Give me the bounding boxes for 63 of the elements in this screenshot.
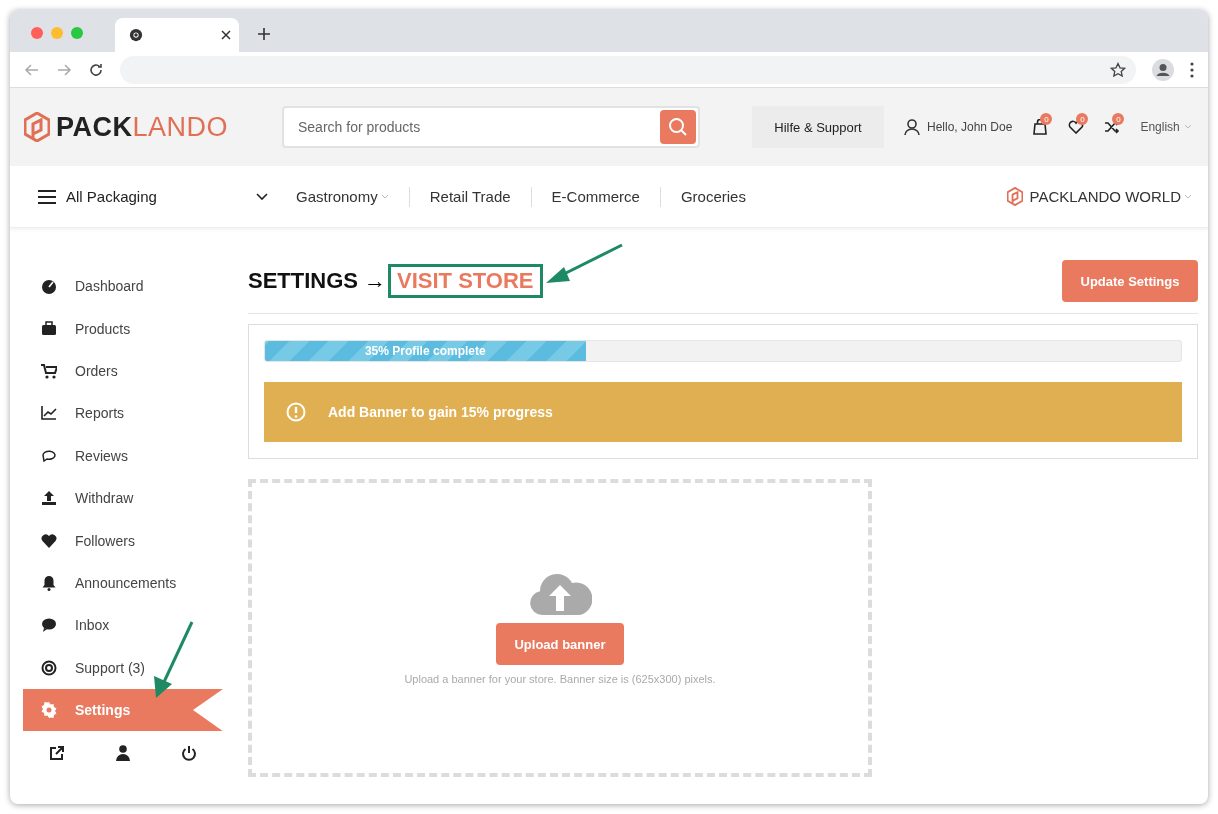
reload-icon[interactable] [88, 61, 104, 78]
logo-wordmark[interactable]: PACKLANDO [56, 111, 229, 143]
alert-banner: Add Banner to gain 15% progress [264, 382, 1182, 442]
world-menu-link[interactable]: PACKLANDO WORLD [1029, 188, 1192, 205]
exclamation-icon [286, 402, 306, 422]
search-field[interactable]: Search for products [282, 106, 700, 148]
shuffle-icon[interactable] [1104, 119, 1121, 135]
menu-icon[interactable] [1190, 61, 1194, 78]
nav-link[interactable]: Retail Trade [429, 188, 511, 205]
nav-link[interactable]: Groceries [680, 188, 746, 205]
gauge-icon [41, 278, 57, 295]
cart-icon [41, 362, 57, 379]
caret-icon [1183, 124, 1192, 130]
upload-icon [41, 490, 57, 507]
count-badge: 0 [1040, 113, 1053, 125]
browser-tab[interactable] [115, 18, 239, 52]
speech-bubble-icon [41, 617, 57, 634]
upload-hint: Upload a banner for your store. Banner size is (625x300) pixels. [404, 673, 716, 685]
support-button[interactable]: Hilfe & Support [752, 106, 884, 148]
language-dropdown[interactable]: English [1140, 120, 1192, 134]
sidebar-item[interactable]: Reviews [23, 434, 223, 477]
progress-fill: 35% Profile complete [265, 341, 586, 361]
sidebar-item[interactable]: Support (3) [23, 646, 223, 689]
close-icon[interactable] [221, 30, 231, 40]
search-button[interactable] [660, 110, 696, 144]
user-icon[interactable] [116, 745, 130, 762]
heart-icon [41, 532, 57, 549]
bell-icon [41, 574, 57, 591]
settings-icon [41, 702, 57, 719]
cloud-upload-icon [528, 571, 592, 615]
sidebar-item[interactable]: Products [23, 307, 223, 350]
profile-icon[interactable] [1152, 58, 1174, 81]
sidebar-item[interactable]: Withdraw [23, 476, 223, 520]
sidebar-item[interactable]: Orders [23, 349, 223, 393]
nav-link[interactable]: E-Commerce [551, 188, 640, 205]
search-icon [668, 117, 688, 137]
logo-icon [1006, 187, 1023, 206]
chevron-down-icon[interactable] [256, 192, 268, 201]
browser-logo-icon [129, 28, 143, 42]
sidebar-item[interactable]: Inbox [23, 604, 223, 647]
caret-icon [380, 193, 389, 200]
chart-icon [41, 405, 57, 422]
power-icon[interactable] [181, 745, 198, 762]
sidebar-item[interactable]: Followers [23, 519, 223, 562]
user-icon [904, 118, 920, 136]
count-badge: 0 [1076, 113, 1089, 125]
count-badge: 0 [1112, 113, 1125, 125]
arrow-glyph: → [364, 268, 386, 294]
briefcase-icon [41, 320, 57, 337]
user-greeting-link[interactable]: Hello, John Doe [927, 120, 1013, 134]
caret-icon [1184, 193, 1192, 200]
heart-icon[interactable] [1068, 119, 1085, 135]
page-title: SETTINGS [248, 268, 358, 294]
star-icon[interactable] [1110, 61, 1126, 78]
logo-icon [24, 112, 50, 142]
plus-icon[interactable] [257, 27, 271, 41]
sidebar-item[interactable]: Announcements [23, 561, 223, 605]
category-menu-link[interactable]: All Packaging [66, 188, 256, 205]
sidebar-item[interactable]: Reports [23, 392, 223, 435]
nav-link[interactable]: Gastronomy [296, 188, 389, 205]
external-link-icon[interactable] [48, 745, 65, 762]
sidebar-item[interactable]: Dashboard [23, 265, 223, 308]
menu-icon[interactable] [38, 189, 56, 204]
